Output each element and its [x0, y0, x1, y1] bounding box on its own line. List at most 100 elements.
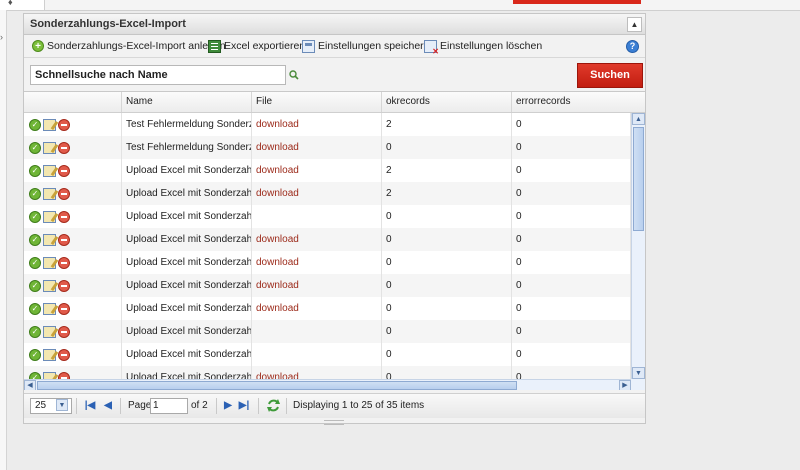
column-header-name[interactable]: Name	[122, 92, 252, 112]
edit-icon[interactable]	[43, 302, 56, 315]
edit-icon[interactable]	[43, 371, 56, 379]
add-import-button[interactable]: + Sonderzahlungs-Excel-Import anlegen	[32, 39, 226, 53]
save-settings-button[interactable]: Einstellungen speichern	[302, 39, 430, 53]
check-icon[interactable]: ✓	[29, 118, 41, 131]
previous-page-icon[interactable]: ◀	[102, 399, 114, 412]
cell-errorrecords: 0	[512, 182, 631, 205]
toolbar: + Sonderzahlungs-Excel-Import anlegen Ex…	[24, 35, 645, 58]
cell-name: Test Fehlermeldung Sonderzahlungen	[122, 136, 252, 159]
delete-icon[interactable]	[58, 210, 70, 223]
scroll-up-icon[interactable]: ▲	[632, 113, 645, 125]
column-header-okrecords[interactable]: okrecords	[382, 92, 512, 112]
check-icon[interactable]: ✓	[29, 325, 41, 338]
page-number-input[interactable]: 1	[150, 398, 188, 414]
next-page-icon[interactable]: ▶	[222, 399, 234, 412]
scroll-right-icon[interactable]: ▶	[619, 380, 631, 390]
column-header-errorrecords[interactable]: errorrecords	[512, 92, 645, 112]
edit-icon[interactable]	[43, 164, 56, 177]
delete-icon[interactable]	[58, 279, 70, 292]
scroll-down-icon[interactable]: ▼	[632, 367, 645, 379]
table-row[interactable]: ✓ Upload Excel mit Sonderzahlungendownloa…	[24, 159, 631, 182]
search-options-icon[interactable]	[289, 70, 299, 80]
import-panel: Sonderzahlungs-Excel-Import ▲ + Sonderza…	[23, 13, 646, 425]
delete-icon[interactable]	[58, 348, 70, 361]
table-row[interactable]: ✓ Test Fehlermeldung Sonderzahlungendownl…	[24, 113, 631, 136]
download-link[interactable]: download	[252, 366, 382, 379]
table-row[interactable]: ✓ Upload Excel mit Sonderzahlungendownloa…	[24, 274, 631, 297]
horizontal-scroll-thumb[interactable]	[37, 381, 517, 390]
check-icon[interactable]: ✓	[29, 210, 41, 223]
edit-icon[interactable]	[43, 118, 56, 131]
edit-icon[interactable]	[43, 233, 56, 246]
check-icon[interactable]: ✓	[29, 348, 41, 361]
cell-errorrecords: 0	[512, 136, 631, 159]
table-row[interactable]: ✓ Upload Excel mit Sonderzahlungendownloa…	[24, 251, 631, 274]
table-row[interactable]: ✓ Upload Excel mit Sonderzahlungendownloa…	[24, 182, 631, 205]
delete-icon[interactable]	[58, 325, 70, 338]
export-excel-button[interactable]: Excel exportieren	[208, 39, 305, 53]
vertical-scrollbar[interactable]: ▲ ▼	[631, 113, 645, 379]
help-icon[interactable]: ?	[626, 40, 639, 53]
column-header-file[interactable]: File	[252, 92, 382, 112]
delete-icon[interactable]	[58, 371, 70, 379]
check-icon[interactable]: ✓	[29, 256, 41, 269]
download-link[interactable]: download	[252, 251, 382, 274]
table-row[interactable]: ✓ Upload Excel mit Sonderzahlungendownloa…	[24, 297, 631, 320]
tab-marker-icon: ♦	[8, 0, 13, 7]
first-page-icon[interactable]: |◀	[84, 399, 96, 412]
scroll-left-icon[interactable]: ◀	[24, 380, 36, 390]
table-row[interactable]: ✓ Upload Excel mit Sonderzahlungen 00	[24, 205, 631, 228]
refresh-icon[interactable]	[266, 398, 281, 413]
delete-icon[interactable]	[58, 233, 70, 246]
home-tab[interactable]: ♦	[0, 0, 45, 10]
cell-okrecords: 0	[382, 274, 512, 297]
download-link[interactable]: download	[252, 182, 382, 205]
search-input[interactable]: Schnellsuche nach Name	[30, 65, 286, 85]
delete-settings-button[interactable]: Einstellungen löschen	[424, 39, 542, 56]
edit-icon[interactable]	[43, 187, 56, 200]
triangle-up-icon[interactable]: ▲	[627, 17, 642, 32]
edit-icon[interactable]	[43, 325, 56, 338]
delete-icon[interactable]	[58, 164, 70, 177]
check-icon[interactable]: ✓	[29, 164, 41, 177]
edit-icon[interactable]	[43, 210, 56, 223]
edit-icon[interactable]	[43, 256, 56, 269]
edit-icon[interactable]	[43, 279, 56, 292]
excel-icon	[208, 39, 221, 53]
delete-icon[interactable]	[58, 141, 70, 154]
chevron-down-icon[interactable]: ▼	[56, 399, 68, 411]
cell-okrecords: 0	[382, 251, 512, 274]
table-row[interactable]: ✓ Upload Excel mit Sonderzahlungen 00	[24, 320, 631, 343]
row-actions: ✓	[24, 205, 122, 228]
expand-arrow-icon[interactable]: ›	[0, 32, 3, 42]
cell-errorrecords: 0	[512, 205, 631, 228]
check-icon[interactable]: ✓	[29, 371, 41, 379]
check-icon[interactable]: ✓	[29, 279, 41, 292]
delete-icon[interactable]	[58, 187, 70, 200]
check-icon[interactable]: ✓	[29, 233, 41, 246]
delete-icon[interactable]	[58, 118, 70, 131]
panel-resize-handle[interactable]	[324, 420, 344, 425]
edit-icon[interactable]	[43, 141, 56, 154]
left-collapsed-sidebar[interactable]: ›	[0, 10, 7, 470]
check-icon[interactable]: ✓	[29, 302, 41, 315]
vertical-scroll-thumb[interactable]	[633, 127, 644, 231]
check-icon[interactable]: ✓	[29, 187, 41, 200]
download-link[interactable]: download	[252, 297, 382, 320]
download-link[interactable]: download	[252, 274, 382, 297]
last-page-icon[interactable]: ▶|	[238, 399, 250, 412]
table-row[interactable]: ✓ Upload Excel mit Sonderzahlungendownloa…	[24, 228, 631, 251]
edit-icon[interactable]	[43, 348, 56, 361]
check-icon[interactable]: ✓	[29, 141, 41, 154]
download-link[interactable]: download	[252, 136, 382, 159]
download-link[interactable]: download	[252, 228, 382, 251]
horizontal-scrollbar[interactable]: ◀ ▶	[24, 379, 631, 390]
delete-icon[interactable]	[58, 256, 70, 269]
search-button[interactable]: Suchen	[577, 63, 643, 88]
table-row[interactable]: ✓ Upload Excel mit Sonderzahlungendownloa…	[24, 366, 631, 379]
download-link[interactable]: download	[252, 113, 382, 136]
table-row[interactable]: ✓ Upload Excel mit Sonderzahlungen 00	[24, 343, 631, 366]
table-row[interactable]: ✓ Test Fehlermeldung Sonderzahlungendownl…	[24, 136, 631, 159]
delete-icon[interactable]	[58, 302, 70, 315]
download-link[interactable]: download	[252, 159, 382, 182]
